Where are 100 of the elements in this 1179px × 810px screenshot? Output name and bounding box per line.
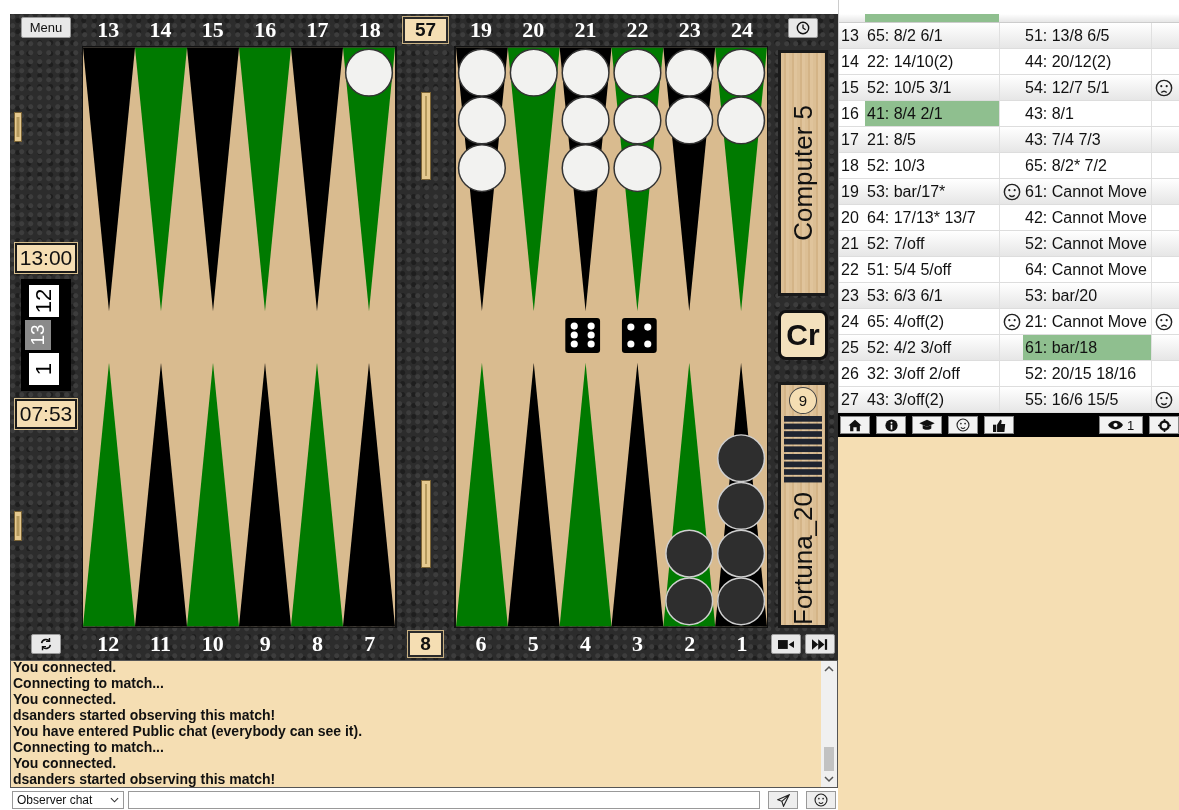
light-checker[interactable] bbox=[561, 144, 610, 193]
light-checker[interactable] bbox=[457, 144, 506, 193]
mood-cell bbox=[1151, 127, 1175, 153]
mood-cell bbox=[1151, 231, 1175, 257]
pip-count: 57 bbox=[402, 17, 449, 43]
dark-checker[interactable] bbox=[717, 434, 766, 483]
hinge-icon bbox=[14, 511, 22, 541]
move-cell[interactable]: 52: 10/5 3/1 bbox=[865, 75, 999, 101]
learn-button[interactable] bbox=[912, 416, 942, 434]
move-number: 23 bbox=[839, 283, 865, 309]
move-cell[interactable]: 61: Cannot Move bbox=[1023, 179, 1151, 205]
point-number: 7 bbox=[363, 630, 377, 658]
point-number: 1 bbox=[735, 630, 749, 658]
menu-button[interactable]: Menu bbox=[20, 16, 72, 38]
chat-message: You connected. bbox=[13, 755, 118, 771]
chat-input[interactable] bbox=[128, 791, 760, 809]
move-number: 27 bbox=[839, 387, 865, 413]
mood-cell bbox=[999, 23, 1023, 49]
light-checker[interactable] bbox=[665, 96, 714, 145]
move-cell[interactable]: 61: bar/18 bbox=[1023, 335, 1151, 361]
chat-message: Connecting to match... bbox=[13, 739, 165, 755]
player-score: 12 bbox=[29, 285, 59, 317]
clock-button[interactable] bbox=[788, 18, 818, 38]
move-cell[interactable]: 53: 6/3 6/1 bbox=[865, 283, 999, 309]
light-checker[interactable] bbox=[613, 48, 662, 97]
move-cell[interactable]: 55: 16/6 15/5 bbox=[1023, 387, 1151, 413]
light-checker[interactable] bbox=[613, 144, 662, 193]
move-cell[interactable]: 53: bar/20 bbox=[1023, 283, 1151, 309]
observers-button[interactable]: 1 bbox=[1099, 416, 1143, 434]
move-cell[interactable]: 51: 13/8 6/5 bbox=[1023, 23, 1151, 49]
point-number: 19 bbox=[469, 16, 494, 44]
light-checker[interactable] bbox=[561, 96, 610, 145]
move-number: 21 bbox=[839, 231, 865, 257]
move-cell[interactable]: 54: 12/7 5/1 bbox=[1023, 75, 1151, 101]
dark-checker[interactable] bbox=[665, 577, 714, 626]
move-cell[interactable]: 41: 8/4 2/1 bbox=[865, 101, 999, 127]
light-checker[interactable] bbox=[561, 48, 610, 97]
move-cell[interactable]: 53: bar/17* bbox=[865, 179, 999, 205]
light-checker[interactable] bbox=[717, 96, 766, 145]
checker-stack-drawing bbox=[783, 415, 823, 484]
light-checker[interactable] bbox=[457, 96, 506, 145]
point-number: 14 bbox=[148, 16, 173, 44]
eye-icon bbox=[1107, 420, 1123, 430]
settings-button[interactable] bbox=[1149, 416, 1179, 434]
light-checker[interactable] bbox=[344, 48, 394, 97]
borne-off-count: 9 bbox=[789, 387, 817, 414]
move-number: 15 bbox=[839, 75, 865, 101]
move-cell[interactable]: 52: Cannot Move bbox=[1023, 231, 1151, 257]
move-number: 19 bbox=[839, 179, 865, 205]
chat-message: You connected. bbox=[13, 661, 118, 675]
graduation-cap-icon bbox=[919, 419, 935, 431]
home-button[interactable] bbox=[840, 416, 870, 434]
light-checker[interactable] bbox=[665, 48, 714, 97]
dark-checker[interactable] bbox=[717, 577, 766, 626]
move-cell[interactable]: 21: 8/5 bbox=[865, 127, 999, 153]
like-button[interactable] bbox=[984, 416, 1014, 434]
die bbox=[621, 318, 657, 353]
dark-checker[interactable] bbox=[665, 529, 714, 578]
fast-forward-icon bbox=[812, 638, 828, 650]
die bbox=[565, 318, 601, 353]
point-number: 4 bbox=[578, 630, 592, 658]
fast-forward-button[interactable] bbox=[805, 634, 835, 654]
smiley-icon bbox=[956, 418, 970, 432]
mood-cell bbox=[1151, 23, 1175, 49]
player-name: Computer 5 bbox=[787, 105, 819, 241]
point-number: 22 bbox=[625, 16, 650, 44]
info-button[interactable] bbox=[876, 416, 906, 434]
move-cell[interactable]: 43: 3/off(2) bbox=[865, 387, 999, 413]
move-cell[interactable]: 43: 7/4 7/3 bbox=[1023, 127, 1151, 153]
emoji-button[interactable] bbox=[948, 416, 978, 434]
dark-checker[interactable] bbox=[717, 481, 766, 530]
move-number: 17 bbox=[839, 127, 865, 153]
video-button[interactable] bbox=[771, 634, 801, 654]
chat-mode-select[interactable]: Observer chat bbox=[12, 791, 124, 809]
player-score: 1 bbox=[29, 353, 59, 385]
point-number: 24 bbox=[729, 16, 754, 44]
light-checker[interactable] bbox=[613, 96, 662, 145]
refresh-button[interactable] bbox=[31, 634, 61, 654]
chat-message: dsanders started observing this match! bbox=[13, 707, 277, 723]
point-number: 2 bbox=[683, 630, 697, 658]
move-cell[interactable]: 52: 7/off bbox=[865, 231, 999, 257]
point-number: 3 bbox=[631, 630, 645, 658]
emoji-button[interactable] bbox=[806, 791, 836, 809]
move-cell[interactable]: 65: 8/2 6/1 bbox=[865, 23, 999, 49]
light-checker[interactable] bbox=[717, 48, 766, 97]
point-number: 5 bbox=[526, 630, 540, 658]
light-checker[interactable] bbox=[509, 48, 558, 97]
send-button[interactable] bbox=[768, 791, 798, 809]
move-number: 13 bbox=[839, 23, 865, 49]
clock-display: 13:00 bbox=[14, 243, 78, 273]
smiley-icon bbox=[814, 793, 828, 807]
move-number: 25 bbox=[839, 335, 865, 361]
info-icon bbox=[884, 418, 898, 432]
move-cell[interactable]: 52: 4/2 3/off bbox=[865, 335, 999, 361]
hinge-icon bbox=[420, 480, 431, 568]
chat-message: Connecting to match... bbox=[13, 675, 165, 691]
mood-cell bbox=[999, 231, 1023, 257]
doubling-cube[interactable]: Cr bbox=[778, 310, 828, 360]
light-checker[interactable] bbox=[457, 48, 506, 97]
dark-checker[interactable] bbox=[717, 529, 766, 578]
